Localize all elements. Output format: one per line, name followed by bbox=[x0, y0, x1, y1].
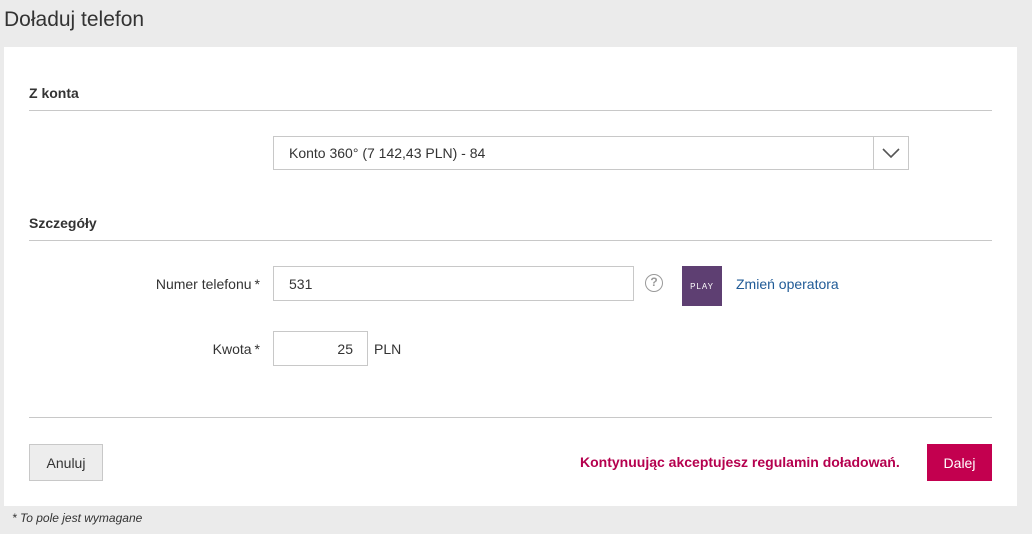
change-operator-link[interactable]: Zmień operatora bbox=[736, 276, 839, 292]
play-operator-logo: PLAY bbox=[682, 266, 722, 306]
account-select[interactable]: Konto 360° (7 142,43 PLN) - 84 bbox=[273, 136, 909, 170]
currency-label: PLN bbox=[374, 341, 402, 357]
amount-label: Kwota * bbox=[212, 341, 260, 357]
divider bbox=[29, 417, 992, 418]
help-icon[interactable]: ? bbox=[645, 274, 663, 292]
section-title-source-account: Z konta bbox=[29, 85, 79, 101]
divider bbox=[29, 110, 992, 111]
page-title: Doładuj telefon bbox=[4, 8, 145, 31]
terms-notice: Kontynuując akceptujesz regulamin dołado… bbox=[580, 454, 900, 470]
required-marker: * bbox=[254, 341, 260, 357]
next-button[interactable]: Dalej bbox=[927, 444, 992, 481]
cancel-button[interactable]: Anuluj bbox=[29, 444, 103, 481]
phone-number-label: Numer telefonu * bbox=[155, 276, 260, 292]
topup-form-card: Z konta Konto 360° (7 142,43 PLN) - 84 S… bbox=[4, 47, 1017, 506]
phone-number-input[interactable] bbox=[273, 266, 634, 301]
required-field-footnote: * To pole jest wymagane bbox=[12, 511, 143, 525]
chevron-down-icon[interactable] bbox=[873, 137, 908, 169]
account-select-value: Konto 360° (7 142,43 PLN) - 84 bbox=[289, 145, 486, 161]
required-marker: * bbox=[254, 276, 260, 292]
amount-input[interactable] bbox=[273, 331, 368, 366]
section-title-details: Szczegóły bbox=[29, 215, 97, 231]
divider bbox=[29, 240, 992, 241]
